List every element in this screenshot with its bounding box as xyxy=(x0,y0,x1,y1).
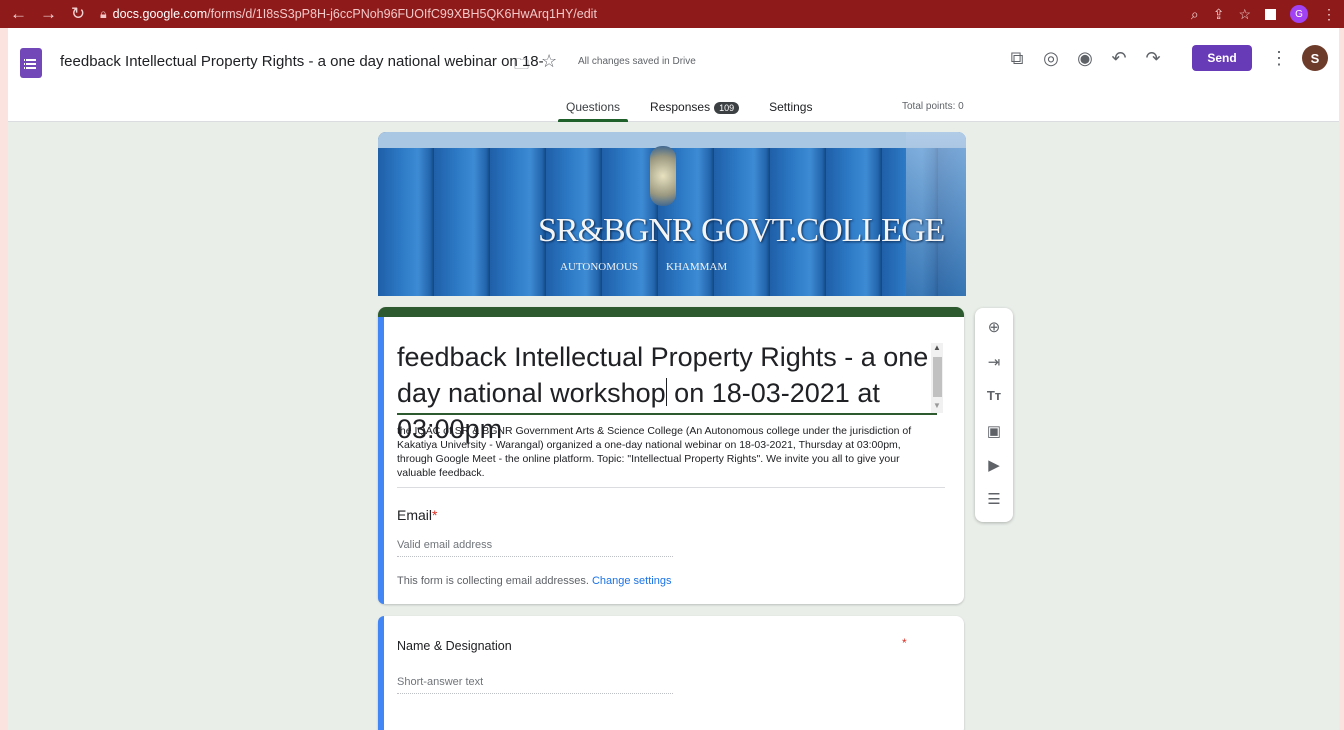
responses-count-badge: 109 xyxy=(714,102,740,114)
right-edge xyxy=(1339,28,1344,730)
total-points: Total points: 0 xyxy=(902,101,964,112)
more-vert-icon[interactable]: ⋮ xyxy=(1270,48,1288,69)
forward-arrow-icon[interactable]: → xyxy=(40,4,57,24)
add-image-icon[interactable]: ▣ xyxy=(975,422,1013,440)
side-panel-icon[interactable] xyxy=(1265,8,1276,20)
email-field[interactable]: Valid email address xyxy=(397,539,673,557)
send-button[interactable]: Send xyxy=(1192,45,1252,71)
banner-sky xyxy=(378,132,966,148)
banner-college-name: SR&BGNR GOVT.COLLEGE xyxy=(538,212,945,249)
change-settings-link[interactable]: Change settings xyxy=(592,575,672,587)
left-edge xyxy=(0,28,8,730)
import-questions-icon[interactable]: ⇥ xyxy=(975,353,1013,371)
tab-label: Settings xyxy=(769,100,813,114)
preview-eye-icon[interactable]: ◉ xyxy=(1074,48,1096,69)
required-asterisk: * xyxy=(902,636,907,650)
required-asterisk: * xyxy=(432,507,438,523)
title-scroll-thumb[interactable] xyxy=(933,357,942,397)
tab-settings[interactable]: Settings xyxy=(761,94,820,122)
tab-label: Questions xyxy=(566,100,621,114)
share-icon[interactable]: ⇪ xyxy=(1213,6,1225,23)
collecting-notice: This form is collecting email addresses.… xyxy=(397,575,671,587)
college-emblem xyxy=(650,146,676,206)
question-card-indicator xyxy=(378,616,384,730)
short-answer-field: Short-answer text xyxy=(397,676,673,694)
banner-khammam: KHAMMAM xyxy=(666,261,728,273)
description-underline xyxy=(397,487,945,488)
question-toolbar: ⊕ ⇥ Tᴛ ▣ ▶ ☰ xyxy=(975,308,1013,522)
palette-icon[interactable]: ◎ xyxy=(1040,48,1062,69)
url-host: docs.google.com xyxy=(112,7,208,21)
tab-label: Responses xyxy=(650,100,711,114)
form-description[interactable]: the IQAC of SR & BGNR Government Arts & … xyxy=(397,424,937,480)
zoom-icon[interactable]: ⌕ xyxy=(1191,6,1199,23)
question-title[interactable]: Name & Designation xyxy=(397,639,512,653)
add-question-icon[interactable]: ⊕ xyxy=(975,318,1013,336)
profile-avatar[interactable]: G xyxy=(1290,5,1308,23)
undo-icon[interactable]: ↶ xyxy=(1108,48,1130,69)
banner-autonomous: AUTONOMOUS xyxy=(560,261,639,273)
tab-responses[interactable]: Responses 109 xyxy=(642,94,747,122)
reload-icon[interactable]: ↻ xyxy=(70,4,86,24)
active-card-indicator xyxy=(378,317,384,604)
add-video-icon[interactable]: ▶ xyxy=(975,456,1013,474)
save-status: All changes saved in Drive xyxy=(578,56,696,67)
collecting-text: This form is collecting email addresses. xyxy=(397,575,589,587)
back-arrow-icon[interactable]: ← xyxy=(10,4,27,24)
tab-questions[interactable]: Questions xyxy=(558,94,629,122)
add-title-icon[interactable]: Tᴛ xyxy=(975,388,1013,403)
address-bar[interactable]: 🔒︎ docs.google.com/forms/d/1I8sS3pP8H-j6… xyxy=(100,7,597,22)
url-path: /forms/d/1I8sS3pP8H-j6ccPNoh96FUOIfC99XB… xyxy=(207,7,597,21)
forms-logo-icon[interactable] xyxy=(20,48,42,78)
browser-menu-icon[interactable]: ⋮ xyxy=(1322,6,1336,23)
bookmark-star-icon[interactable]: ☆ xyxy=(1238,6,1251,23)
folder-icon[interactable]: 🗀︎ xyxy=(514,54,529,79)
star-icon[interactable]: ☆ xyxy=(541,51,557,72)
lock-icon: 🔒︎ xyxy=(100,6,107,21)
scroll-up-arrow-icon[interactable]: ▲ xyxy=(933,343,941,352)
redo-icon[interactable]: ↷ xyxy=(1142,48,1164,69)
tab-bar: Questions Responses 109 Settings xyxy=(558,94,820,122)
title-underline xyxy=(397,413,937,415)
browser-toolbar: ← → ↻ 🔒︎ docs.google.com/forms/d/1I8sS3p… xyxy=(0,0,1344,28)
question-card[interactable]: Name & Designation * Short-answer text xyxy=(378,616,964,730)
forms-header: feedback Intellectual Property Rights - … xyxy=(8,28,1339,122)
account-avatar[interactable]: S xyxy=(1302,45,1328,71)
email-label-text: Email xyxy=(397,507,433,523)
addon-icon[interactable]: ⧉ xyxy=(1006,48,1028,69)
add-section-icon[interactable]: ☰ xyxy=(975,490,1013,508)
document-title[interactable]: feedback Intellectual Property Rights - … xyxy=(60,53,544,70)
email-label: Email* xyxy=(397,507,437,523)
scroll-down-arrow-icon[interactable]: ▼ xyxy=(933,401,941,410)
header-image: SR&BGNR GOVT.COLLEGE AUTONOMOUS KHAMMAM xyxy=(378,132,966,296)
form-title-card[interactable]: feedback Intellectual Property Rights - … xyxy=(378,307,964,604)
